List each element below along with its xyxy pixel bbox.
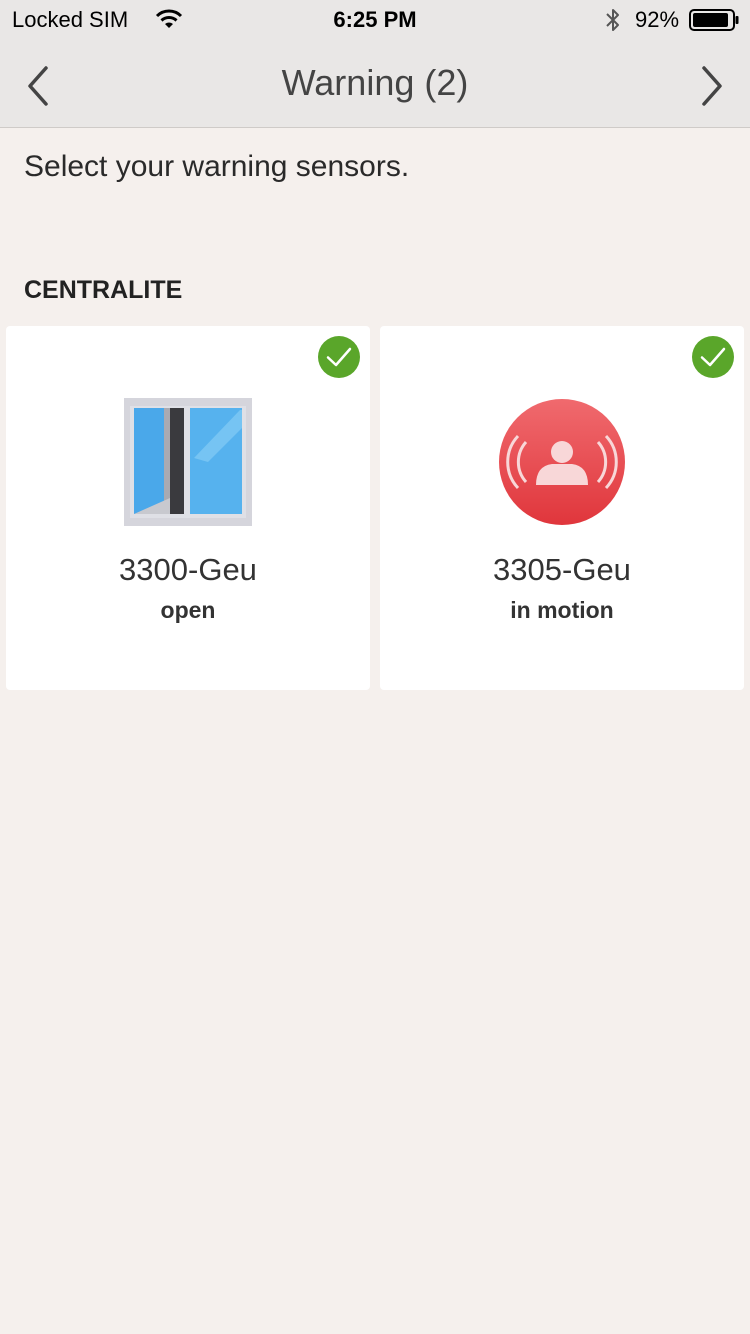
- sensor-state: in motion: [510, 597, 614, 623]
- battery-percent: 92%: [635, 7, 680, 32]
- window-open-icon: [124, 398, 252, 526]
- page-title: Warning (2): [281, 62, 469, 103]
- section-header: CENTRALITE: [24, 276, 183, 304]
- bluetooth-icon: [606, 9, 619, 31]
- motion-alarm-icon: [499, 399, 625, 525]
- checkmark-icon: [318, 336, 360, 378]
- navigation-bar: Warning (2): [0, 40, 750, 128]
- battery-icon: [689, 9, 739, 31]
- sensor-name: 3300-Geu: [119, 552, 257, 587]
- status-bar: Locked SIM 6:25 PM 92%: [0, 0, 750, 40]
- sensor-card-3305[interactable]: 3305-Geu in motion: [380, 326, 744, 690]
- chevron-right-icon[interactable]: [694, 64, 728, 108]
- sensor-state: open: [160, 597, 216, 623]
- sensor-card-3300[interactable]: 3300-Geu open: [6, 326, 370, 690]
- checkmark-icon: [692, 336, 734, 378]
- instruction-text: Select your warning sensors.: [24, 150, 410, 183]
- sensor-name: 3305-Geu: [493, 552, 631, 587]
